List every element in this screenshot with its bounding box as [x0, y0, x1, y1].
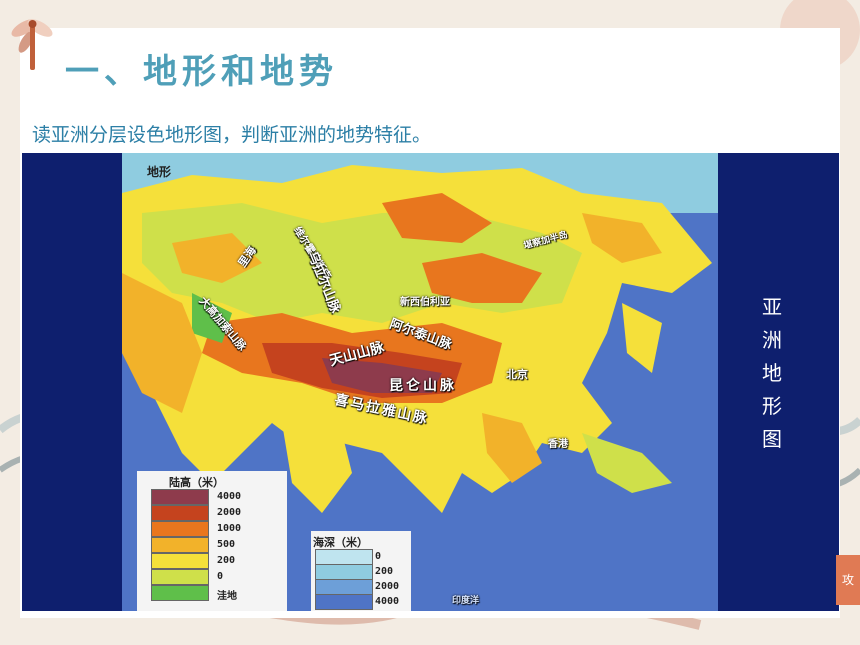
map-vertical-title: 亚 洲 地 形 图 — [760, 291, 784, 456]
land-legend-swatch — [151, 537, 209, 553]
sea-legend-swatch — [315, 549, 373, 565]
land-elevation-legend: 陆高（米） 4000 2000 1000 500 200 0 洼地 — [137, 471, 287, 611]
label-beijing: 北京 — [506, 368, 528, 381]
sea-legend-label: 200 — [375, 566, 394, 577]
asia-topographic-map: 地形 维尔霍扬斯克 乌拉尔山脉 里海 大高加索山脉 新西伯利亚 阿尔泰山脉 堪察… — [22, 153, 839, 611]
label-indian-ocean: 印度洋 — [452, 596, 480, 606]
land-legend-label: 4000 — [217, 491, 242, 502]
map-title-char: 洲 — [762, 328, 782, 352]
dragonfly-icon — [11, 19, 53, 70]
land-legend-label: 0 — [217, 571, 224, 582]
label-novosibirsk: 新西伯利亚 — [400, 297, 450, 308]
land-legend-swatch — [151, 521, 209, 537]
land-legend-label: 200 — [217, 555, 236, 566]
land-legend-swatch — [151, 569, 209, 585]
land-legend-title: 陆高（米） — [169, 476, 224, 489]
land-legend-swatch — [151, 505, 209, 521]
map-title-char: 图 — [762, 427, 782, 451]
sea-depth-legend: 海深（米） 0 200 2000 4000 — [311, 531, 411, 611]
corner-stamp: 攻 — [836, 555, 860, 605]
instruction-text: 读亚洲分层设色地形图，判断亚洲的地势特征。 — [32, 124, 432, 146]
sea-legend-swatch — [315, 594, 373, 610]
map-title-char: 形 — [762, 394, 782, 418]
label-hongkong: 香港 — [548, 439, 568, 450]
sea-legend-label: 0 — [375, 551, 382, 562]
land-legend-swatch — [151, 585, 209, 601]
sea-legend-title: 海深（米） — [313, 536, 368, 549]
sea-legend-swatch — [315, 564, 373, 580]
sea-legend-swatch — [315, 579, 373, 595]
land-legend-label: 1000 — [217, 523, 242, 534]
land-legend-label: 洼地 — [217, 591, 237, 602]
sea-legend-label: 2000 — [375, 581, 400, 592]
map-title-char: 亚 — [762, 295, 782, 319]
land-legend-swatch — [151, 489, 209, 505]
land-legend-swatch — [151, 553, 209, 569]
land-legend-label: 2000 — [217, 507, 242, 518]
label-kunlun: 昆仑山脉 — [389, 378, 457, 394]
sea-legend-label: 4000 — [375, 596, 400, 607]
page-title: 一、地形和地势 — [65, 52, 338, 92]
land-legend-label: 500 — [217, 539, 236, 550]
map-corner-label: 地形 — [147, 165, 172, 179]
map-title-char: 地 — [762, 361, 782, 385]
